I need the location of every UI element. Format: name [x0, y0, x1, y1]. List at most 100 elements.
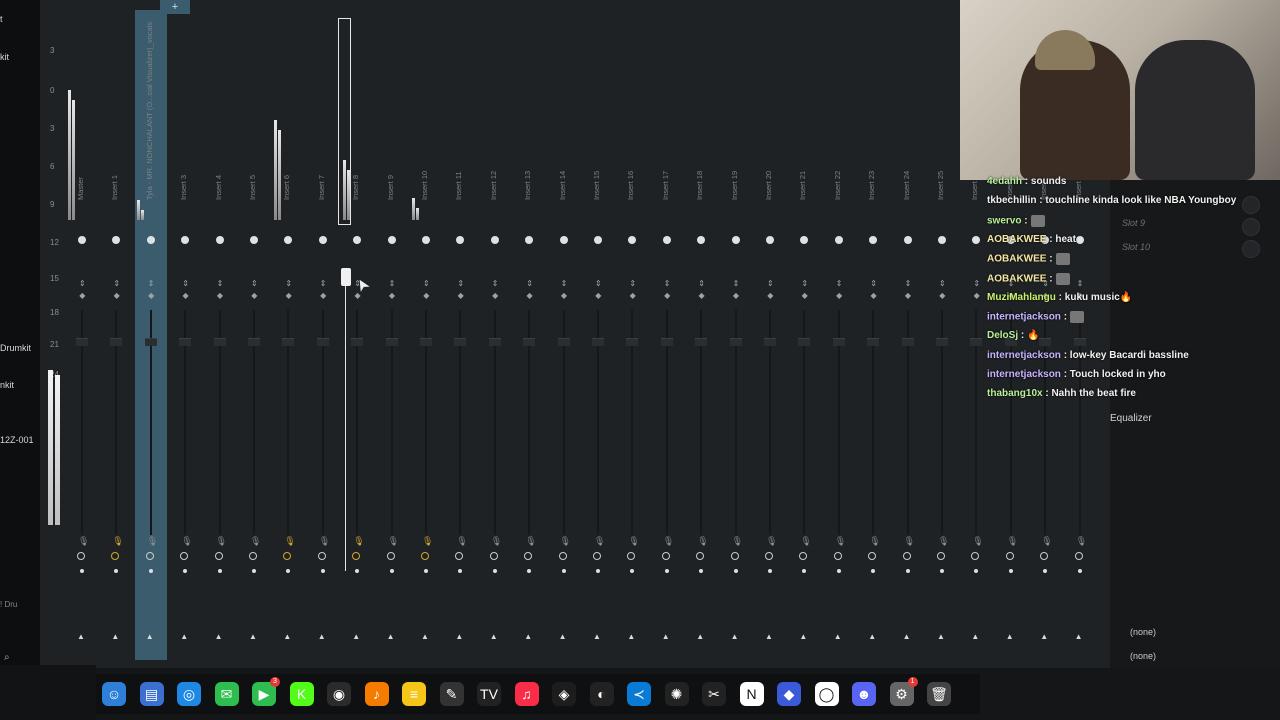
route-dot[interactable] — [1077, 569, 1082, 573]
microphone-icon[interactable]: 🎙 — [1041, 536, 1052, 547]
route-dot[interactable] — [630, 569, 635, 573]
route-arrow-icon[interactable]: ▲ — [971, 632, 979, 641]
fader-handle[interactable] — [282, 338, 295, 346]
pan-control[interactable]: ⇕ ◆ — [79, 278, 86, 302]
github-icon[interactable]: ◐ — [589, 682, 614, 706]
pan-control[interactable]: ⇕ ◆ — [870, 278, 877, 302]
send-knob[interactable] — [766, 236, 774, 244]
route-dot[interactable] — [148, 569, 153, 573]
browser-item[interactable]: Drumkit — [0, 343, 31, 353]
send-knob[interactable] — [628, 236, 637, 244]
send-knob[interactable] — [869, 236, 878, 244]
route-arrow-icon[interactable]: ▲ — [215, 632, 223, 641]
microphone-icon[interactable]: 🎙 — [456, 536, 467, 547]
browser-item[interactable]: kit — [0, 52, 9, 62]
record-arm-icon[interactable] — [111, 552, 120, 560]
send-knob[interactable] — [490, 236, 499, 244]
send-knob[interactable] — [834, 236, 843, 244]
record-arm-icon[interactable] — [937, 552, 945, 560]
record-arm-icon[interactable] — [145, 552, 154, 560]
pan-control[interactable]: ⇕ ◆ — [733, 278, 740, 302]
fader-handle[interactable] — [729, 338, 742, 346]
mixer-track-2[interactable]: Tyla - MR. NONCHALANT (O...cial Visualiz… — [134, 10, 167, 660]
microphone-icon[interactable]: 🎙 — [560, 536, 571, 547]
microphone-icon[interactable]: 🎙 — [284, 536, 295, 547]
route-arrow-icon[interactable]: ▲ — [765, 632, 773, 641]
chat-username[interactable]: internetjackson — [987, 369, 1061, 380]
route-dot[interactable] — [355, 569, 360, 573]
route-dot[interactable] — [699, 569, 704, 573]
record-arm-icon[interactable] — [833, 552, 842, 560]
pan-control[interactable]: ⇕ ◆ — [698, 278, 705, 302]
mixer-track-12[interactable]: Insert 12 ⇕ ◆ 🎙 ▲ — [479, 10, 511, 660]
record-arm-icon[interactable] — [386, 552, 395, 560]
record-arm-icon[interactable] — [765, 552, 773, 560]
pan-control[interactable]: ⇕ ◆ — [251, 278, 258, 302]
route-arrow-icon[interactable]: ▲ — [1040, 632, 1048, 641]
music-icon[interactable]: ♫ — [514, 682, 539, 706]
microphone-icon[interactable]: 🎙 — [388, 536, 399, 547]
fader-handle[interactable] — [76, 338, 88, 346]
fader-handle[interactable] — [523, 338, 536, 346]
fader-handle[interactable] — [626, 338, 639, 346]
mixer-track-22[interactable]: Insert 22 ⇕ ◆ 🎙 ▲ — [823, 10, 855, 660]
microphone-icon[interactable]: 🎙 — [732, 536, 743, 547]
mixer-track-21[interactable]: Insert 21 ⇕ ◆ 🎙 ▲ — [788, 10, 820, 660]
notes-icon[interactable]: ≡ — [402, 682, 426, 706]
fader-handle[interactable] — [867, 338, 880, 346]
chrome-icon[interactable]: ◯ — [814, 682, 839, 706]
microphone-icon[interactable]: 🎙 — [766, 536, 777, 547]
route-arrow-icon[interactable]: ▲ — [455, 632, 463, 641]
pan-control[interactable]: ⇕ ◆ — [148, 278, 155, 302]
chat-username[interactable]: swervo — [987, 215, 1021, 226]
browser-item[interactable]: nkit — [0, 380, 14, 390]
dragged-fader-handle[interactable] — [341, 268, 351, 286]
vscode-icon[interactable]: ≺ — [627, 682, 651, 706]
fader-handle[interactable] — [248, 338, 260, 346]
record-arm-icon[interactable] — [661, 552, 670, 560]
send-knob[interactable] — [181, 236, 190, 244]
route-dot[interactable] — [114, 569, 119, 573]
mixer-track-4[interactable]: Insert 4 ⇕ ◆ 🎙 ▲ — [204, 10, 236, 660]
send-knob[interactable] — [284, 236, 293, 244]
send-knob[interactable] — [559, 236, 568, 244]
microphone-icon[interactable]: 🎙 — [250, 536, 261, 547]
microphone-icon[interactable]: 🎙 — [594, 536, 605, 547]
send-knob[interactable] — [215, 236, 224, 244]
record-arm-icon[interactable] — [283, 552, 292, 560]
tradingview-icon[interactable]: TV — [477, 682, 501, 706]
route-arrow-icon[interactable]: ▲ — [662, 632, 670, 641]
route-arrow-icon[interactable]: ▲ — [903, 632, 911, 641]
send-knob[interactable] — [422, 236, 430, 244]
selected-fader-frame[interactable] — [338, 18, 351, 225]
mixer-track-9[interactable]: Insert 9 ⇕ ◆ 🎙 ▲ — [376, 10, 408, 660]
pan-control[interactable]: ⇕ ◆ — [629, 278, 636, 302]
safari-icon[interactable]: ◎ — [177, 682, 201, 706]
route-dot[interactable] — [527, 569, 532, 573]
microphone-icon[interactable]: 🎙 — [938, 536, 949, 547]
route-dot[interactable] — [183, 569, 188, 573]
send-knob[interactable] — [387, 236, 396, 244]
route-arrow-icon[interactable]: ▲ — [387, 632, 395, 641]
files-icon[interactable]: ▤ — [139, 682, 164, 706]
route-arrow-icon[interactable]: ▲ — [318, 632, 326, 641]
fader-handle[interactable] — [213, 338, 226, 346]
record-arm-icon[interactable] — [352, 552, 361, 560]
chat-username[interactable]: internetjackson — [987, 350, 1061, 361]
record-arm-icon[interactable] — [180, 552, 189, 560]
trash-icon[interactable]: 🗑 — [927, 682, 951, 706]
route-dot[interactable] — [664, 569, 669, 573]
fader-handle[interactable] — [385, 338, 398, 346]
route-dot[interactable] — [252, 569, 256, 573]
messages-icon[interactable]: ✉ — [214, 682, 239, 706]
fader-handle[interactable] — [936, 338, 948, 346]
record-arm-icon[interactable] — [558, 552, 567, 560]
microphone-icon[interactable]: 🎙 — [353, 536, 364, 547]
mixer-track-13[interactable]: Insert 13 ⇕ ◆ 🎙 ▲ — [513, 10, 545, 660]
microphone-icon[interactable]: 🎙 — [525, 536, 536, 547]
pan-control[interactable]: ⇕ ◆ — [457, 278, 464, 302]
fader-handle[interactable] — [901, 338, 914, 346]
mixer-track-0[interactable]: Master ⇕ ◆ 🎙 ▲ — [66, 10, 98, 660]
app-icon[interactable]: ◆ — [777, 682, 801, 706]
microphone-icon[interactable]: 🎙 — [112, 536, 123, 547]
